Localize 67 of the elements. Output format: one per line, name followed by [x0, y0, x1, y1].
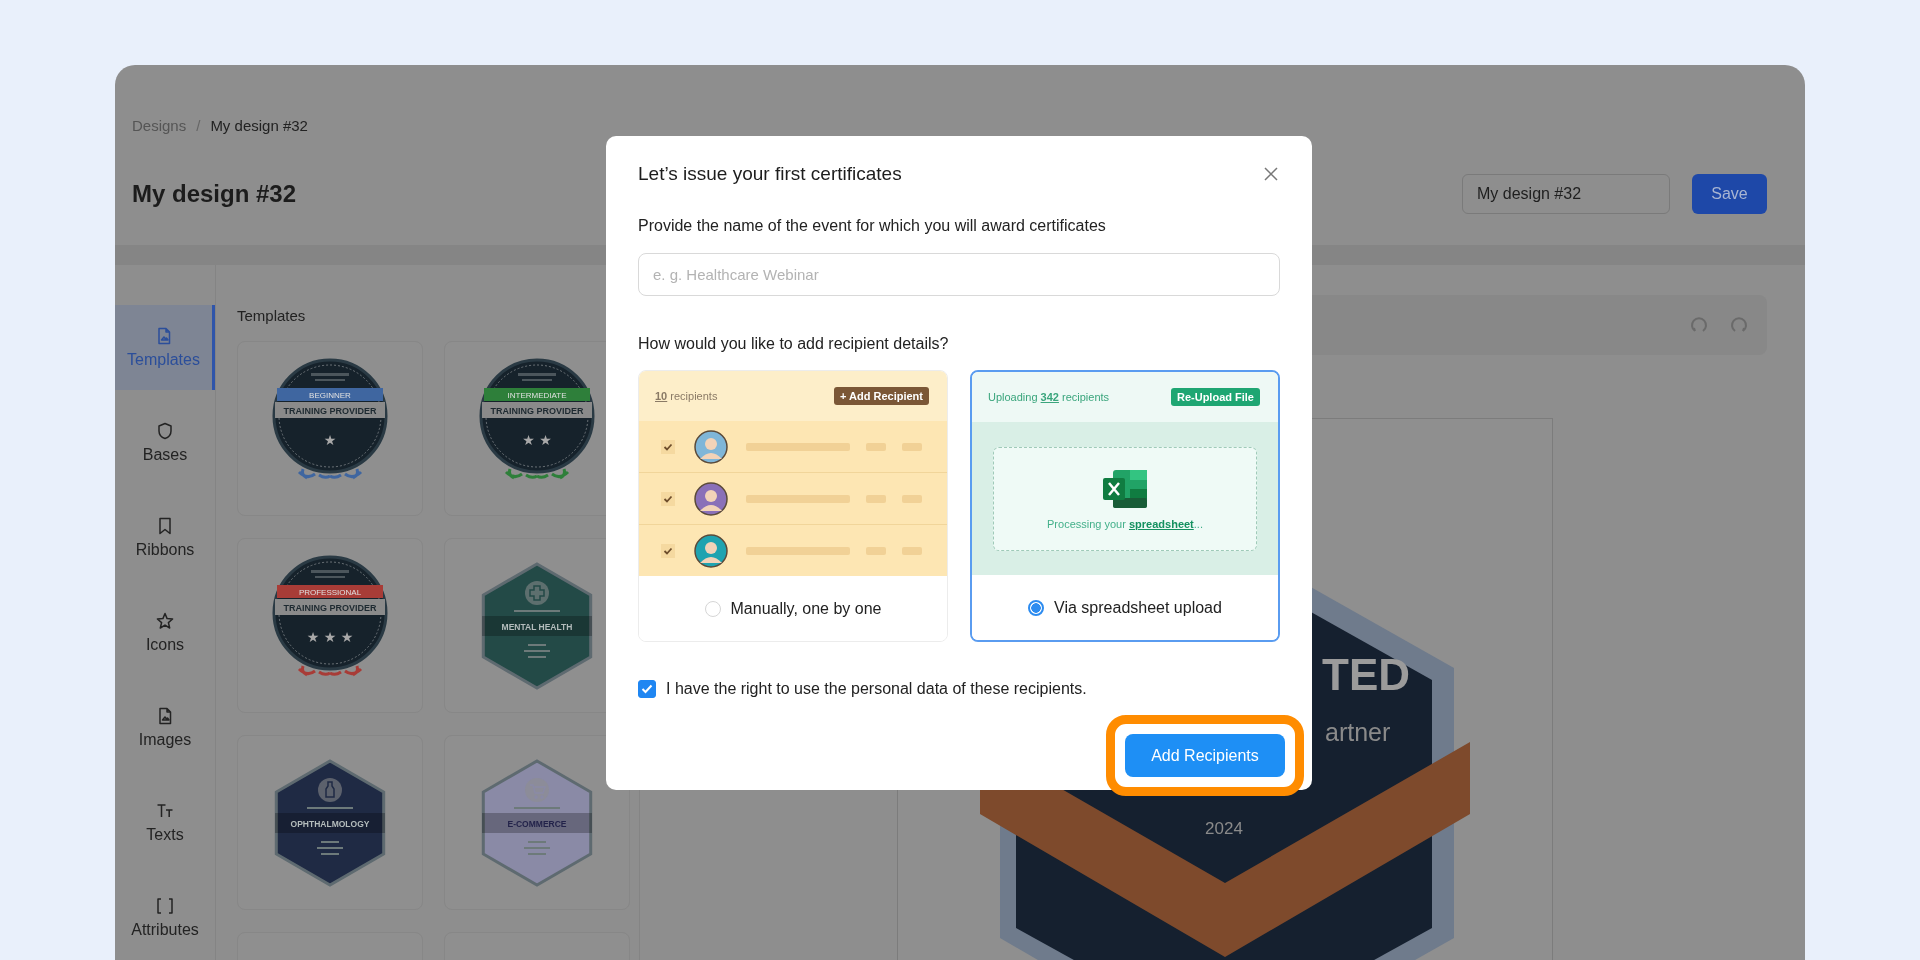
option-card[interactable]: Uploading 342 recipients Re-Upload File Processing your spreadsheet... Via spreadsheet upload: [970, 370, 1280, 642]
option-card[interactable]: 10 recipients + Add Recipient Manually, one by one: [638, 370, 948, 642]
radio-button[interactable]: [1028, 599, 1045, 616]
consent-checkbox[interactable]: [638, 680, 656, 698]
avatar: [694, 481, 728, 516]
placeholder-bar: [866, 546, 886, 555]
template-card[interactable]: PROFESSIONAL TRAINING PROVIDER ★ ★ ★: [237, 538, 423, 713]
sidebar-item[interactable]: Texts: [115, 780, 215, 865]
sidebar-item[interactable]: Ribbons: [115, 495, 215, 580]
shield-icon: [156, 421, 174, 440]
badge-title: MENTAL HEALTH: [501, 622, 573, 632]
undo-icon[interactable]: [1689, 315, 1709, 335]
avatar: [694, 429, 728, 464]
template-card[interactable]: E-COMMERCE: [444, 735, 630, 910]
badge-stars: ★: [323, 432, 337, 448]
consent-label: I have the right to use the personal data of these recipients.: [666, 680, 1087, 698]
recipient-count: 10 recipients: [655, 390, 718, 402]
template-card[interactable]: OPHTHALMOLOGY: [237, 735, 423, 910]
badge-title: TRAINING PROVIDER: [490, 406, 584, 416]
spreadsheet-icon: [1101, 467, 1149, 510]
page-title: My design #32: [132, 180, 297, 208]
text-size-icon: [156, 801, 174, 820]
badge-level: BEGINNER: [309, 391, 351, 400]
badge-title: OPHTHALMOLOGY: [290, 819, 370, 829]
add-recipient-chip: + Add Recipient: [833, 387, 929, 405]
panel-title: Templates: [237, 306, 307, 326]
option-label: Via spreadsheet upload: [1054, 598, 1222, 617]
brackets-icon: [156, 896, 174, 915]
placeholder-bar: [902, 442, 922, 451]
badge-heading: TED: [1322, 650, 1410, 699]
badge-stars: ★ ★ ★: [306, 629, 354, 645]
sidebar-item[interactable]: Bases: [115, 400, 215, 485]
breadcrumb-item: My design #32: [210, 116, 308, 136]
badge-title: TRAINING PROVIDER: [283, 406, 377, 416]
placeholder-bar: [866, 442, 886, 451]
sidebar-item[interactable]: Images: [115, 685, 215, 770]
image-file-icon: [156, 706, 174, 725]
badge-title: TRAINING PROVIDER: [283, 603, 377, 613]
close-icon[interactable]: [1264, 167, 1278, 181]
placeholder-bar: [902, 546, 922, 555]
event-name-field[interactable]: e. g. Healthcare Webinar: [638, 253, 1280, 296]
badge-level: PROFESSIONAL: [298, 588, 362, 597]
save-button[interactable]: Save: [1692, 174, 1767, 214]
avatar: [694, 533, 728, 568]
placeholder-bar: [902, 494, 922, 503]
sidebar-item[interactable]: Icons: [115, 590, 215, 675]
badge-level: INTERMEDIATE: [507, 391, 567, 400]
badge-year: 2024: [1205, 819, 1243, 838]
design-name-field[interactable]: My design #32: [1462, 174, 1670, 214]
field-label: Provide the name of the event for which you will award certificates: [638, 216, 1107, 236]
badge-subtitle: artner: [1325, 718, 1391, 746]
star-icon: [156, 611, 174, 630]
placeholder-bar: [866, 494, 886, 503]
badge-stars: ★ ★: [522, 432, 552, 448]
upload-status: Uploading 342 recipients: [988, 391, 1110, 403]
processing-text: Processing your spreadsheet...: [1047, 517, 1203, 530]
breadcrumb-separator: /: [196, 116, 201, 136]
template-card[interactable]: BEGINNER TRAINING PROVIDER ★: [237, 341, 423, 516]
question-label: How would you like to add recipient details?: [638, 334, 950, 354]
add-recipients-button[interactable]: Add Recipients: [1125, 734, 1285, 777]
reupload-chip: Re-Upload File: [1171, 388, 1260, 406]
bookmark-icon: [156, 516, 174, 535]
dialog-title: Let’s issue your first certificates: [638, 163, 902, 185]
sidebar-item[interactable]: Attributes: [115, 875, 215, 960]
badge-title: E-COMMERCE: [507, 819, 567, 829]
option-label: Manually, one by one: [730, 599, 882, 618]
redo-icon[interactable]: [1729, 315, 1749, 335]
